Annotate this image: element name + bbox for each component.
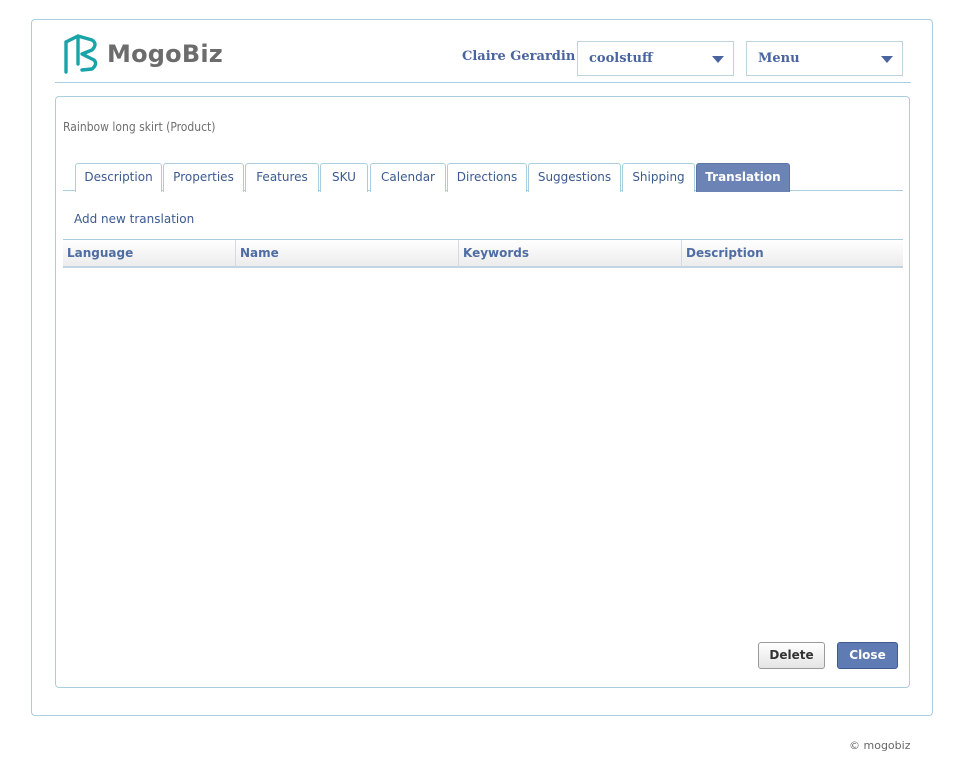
store-select-value: coolstuff — [589, 51, 653, 66]
logo[interactable]: MogoBiz — [62, 33, 223, 75]
column-header-language[interactable]: Language — [63, 240, 236, 267]
add-translation-link[interactable]: Add new translation — [74, 212, 194, 226]
logo-text: MogoBiz — [107, 40, 223, 68]
close-button[interactable]: Close — [837, 642, 898, 669]
tab-description[interactable]: Description — [75, 163, 162, 192]
column-header-description[interactable]: Description — [682, 240, 903, 267]
tab-bar: Description Properties Features SKU Cale… — [63, 163, 903, 192]
tab-calendar[interactable]: Calendar — [370, 163, 446, 192]
column-header-keywords[interactable]: Keywords — [459, 240, 682, 267]
table-header: Language Name Keywords Description — [63, 239, 903, 268]
chevron-down-icon — [712, 56, 724, 63]
footer-copyright: © mogobiz — [849, 739, 911, 752]
tab-sku[interactable]: SKU — [320, 163, 368, 192]
mogobiz-logo-icon — [62, 34, 100, 74]
main-panel: MogoBiz Claire Gerardin coolstuff Menu R… — [31, 19, 933, 716]
breadcrumb: Rainbow long skirt (Product) — [63, 120, 216, 134]
tab-properties[interactable]: Properties — [163, 163, 244, 192]
tab-directions[interactable]: Directions — [447, 163, 527, 192]
tab-suggestions[interactable]: Suggestions — [528, 163, 621, 192]
menu-select-value: Menu — [758, 51, 800, 66]
translation-table-body — [63, 268, 903, 628]
header-divider — [55, 82, 911, 83]
tab-features[interactable]: Features — [245, 163, 319, 192]
column-header-name[interactable]: Name — [236, 240, 459, 267]
tab-translation[interactable]: Translation — [696, 163, 790, 192]
chevron-down-icon — [881, 56, 893, 63]
menu-select[interactable]: Menu — [746, 41, 903, 76]
delete-button[interactable]: Delete — [758, 642, 825, 669]
tab-shipping[interactable]: Shipping — [622, 163, 695, 192]
store-select[interactable]: coolstuff — [577, 41, 734, 76]
user-name[interactable]: Claire Gerardin — [462, 49, 575, 64]
product-panel: Rainbow long skirt (Product) Description… — [55, 96, 910, 688]
